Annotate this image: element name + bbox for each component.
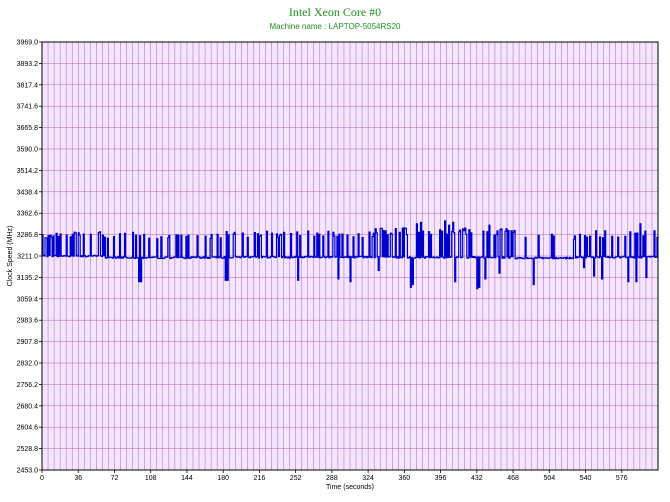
- y-tick-label: 3590.0: [17, 147, 39, 154]
- x-tick-label: 432: [471, 475, 483, 482]
- x-tick-label: 108: [145, 475, 157, 482]
- y-tick-label: 3893.2: [17, 61, 39, 68]
- y-tick-label: 2680.4: [17, 403, 39, 410]
- y-tick-label: 3438.4: [17, 189, 39, 196]
- y-tick-label: 2756.2: [17, 382, 39, 389]
- y-axis-label: Clock Speed (MHz): [7, 226, 14, 287]
- x-tick-label: 360: [399, 475, 411, 482]
- x-tick-label: 72: [111, 475, 119, 482]
- y-tick-label: 3817.4: [17, 82, 39, 89]
- x-tick-label: 180: [217, 475, 229, 482]
- y-tick-label: 3211.0: [17, 254, 38, 261]
- x-axis-label: Time (seconds): [326, 484, 374, 491]
- y-tick-label: 2604.6: [17, 425, 39, 432]
- y-tick-label: 3969.0: [17, 40, 39, 47]
- x-tick-label: 324: [362, 475, 374, 482]
- y-tick-label: 3135.2: [17, 275, 39, 282]
- x-tick-label: 396: [435, 475, 447, 482]
- y-tick-label: 2528.8: [17, 446, 39, 453]
- x-tick-label: 288: [326, 475, 338, 482]
- x-tick-label: 504: [543, 475, 555, 482]
- x-tick-label: 468: [507, 475, 519, 482]
- x-tick-label: 216: [254, 475, 266, 482]
- y-tick-label: 2907.8: [17, 339, 39, 346]
- x-tick-label: 36: [74, 475, 82, 482]
- y-tick-label: 3514.2: [17, 168, 39, 175]
- y-tick-label: 2453.0: [17, 468, 39, 475]
- y-tick-label: 3286.8: [17, 232, 39, 239]
- y-tick-label: 3362.6: [17, 211, 39, 218]
- x-tick-label: 144: [181, 475, 193, 482]
- y-tick-label: 2983.6: [17, 318, 39, 325]
- y-tick-label: 3665.8: [17, 125, 39, 132]
- y-tick-label: 3059.4: [17, 296, 39, 303]
- x-tick-label: 540: [580, 475, 592, 482]
- x-tick-label: 576: [616, 475, 628, 482]
- chart-canvas: 2453.0 2528.8 2604.6 2680.4 2756.2 2832.0 2907…: [7, 40, 659, 491]
- y-tick-label: 3741.6: [17, 104, 39, 111]
- x-tick-label: 0: [40, 475, 44, 482]
- y-tick-label: 2832.0: [17, 361, 39, 368]
- x-tick-label: 252: [290, 475, 302, 482]
